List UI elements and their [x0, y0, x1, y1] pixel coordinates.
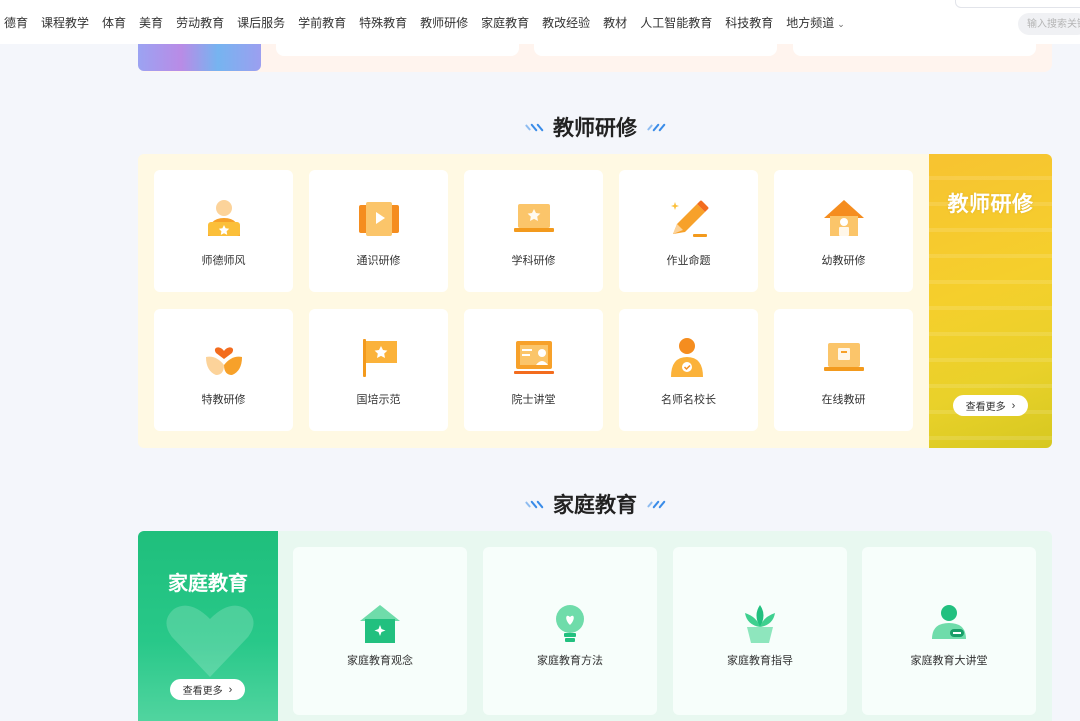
family-section-title-text: 家庭教育 [553, 494, 637, 517]
teacher-card-mingshimingxiaozhang[interactable]: 名师名校长 [619, 309, 758, 431]
family-card-label: 家庭教育观念 [347, 655, 413, 667]
teacher-section-title-text: 教师研修 [553, 117, 637, 140]
lightbulb-heart-icon [556, 605, 584, 642]
teacher-card-label: 学科研修 [511, 255, 556, 267]
hands-heart-icon [166, 605, 254, 677]
teacher-card-youjiaoyanxiu[interactable]: 幼教研修 [774, 170, 913, 292]
teacher-card-label: 作业命题 [666, 255, 711, 267]
teacher-card-tongshiyanxiu[interactable]: 通识研修 [309, 170, 448, 292]
previous-section-banner-image[interactable] [138, 40, 261, 71]
person-badge-icon [670, 338, 703, 377]
nav-item-kejijiaoyu[interactable]: 科技教育 [725, 14, 773, 31]
speaker-person-icon [932, 605, 966, 639]
flag-star-icon [362, 339, 397, 377]
teacher-more-label: 查看更多 [965, 402, 1006, 413]
nav-item-teshujiaoyu[interactable]: 特殊教育 [359, 14, 407, 31]
nav-items: 德育 课程教学 体育 美育 劳动教育 课后服务 学前教育 特殊教育 教师研修 家… [0, 14, 858, 31]
title-left-decoration [524, 499, 544, 509]
online-screen-icon [823, 343, 864, 371]
teacher-card-label: 在线教研 [821, 394, 866, 406]
nav-item-meiyu[interactable]: 美育 [139, 14, 163, 31]
teacher-banner-title: 教师研修 [947, 193, 1034, 216]
teacher-card-label: 通识研修 [356, 255, 401, 267]
video-film-icon [358, 202, 399, 236]
nav-item-rengongzhineng[interactable]: 人工智能教育 [640, 14, 712, 31]
family-card-guannian[interactable]: 家庭教育观念 [293, 547, 467, 715]
chevron-down-icon: ⌄ [837, 18, 845, 29]
teacher-card-zuoyemingti[interactable]: 作业命题 [619, 170, 758, 292]
chevron-right-icon: › [1011, 399, 1016, 412]
family-more-label: 查看更多 [182, 686, 223, 697]
family-card-label: 家庭教育指导 [727, 655, 793, 667]
lecture-board-icon [513, 341, 554, 374]
teacher-card-guopeishifan[interactable]: 国培示范 [309, 309, 448, 431]
pencil-icon [670, 200, 708, 237]
nav-item-jiatingjiaoyu[interactable]: 家庭教育 [481, 14, 529, 31]
heart-hands-icon [205, 347, 242, 375]
family-banner-title: 家庭教育 [168, 573, 248, 595]
family-banner[interactable]: 家庭教育 查看更多 › [138, 531, 278, 721]
nav-item-tiyu[interactable]: 体育 [102, 14, 126, 31]
teacher-card-label: 国培示范 [356, 394, 401, 406]
teacher-card-label: 特教研修 [201, 394, 246, 406]
nav-item-difangpindao-label: 地方频道 [786, 15, 835, 30]
teacher-card-label: 名师名校长 [661, 394, 716, 406]
family-card-zhidao[interactable]: 家庭教育指导 [673, 547, 847, 715]
laptop-star-icon [513, 204, 554, 232]
teacher-section-panel: 师德师风 通识研修 学科研修 作业命题 幼教研修 特教研修 国培示范 院士讲堂 … [138, 154, 1052, 448]
family-card-label: 家庭教育大讲堂 [910, 655, 988, 667]
nav-item-jiaoshiyanxiu[interactable]: 教师研修 [420, 14, 468, 31]
title-right-decoration [646, 122, 666, 132]
nav-item-xueqianjiaoyu[interactable]: 学前教育 [298, 14, 346, 31]
chevron-right-icon: › [228, 683, 233, 696]
teacher-more-button[interactable]: 查看更多 › [953, 395, 1028, 416]
title-left-decoration [524, 122, 544, 132]
teacher-card-yuanshijiangtang[interactable]: 院士讲堂 [464, 309, 603, 431]
nav-item-kehoufuwu[interactable]: 课后服务 [237, 14, 285, 31]
nav-item-deyu[interactable]: 德育 [4, 14, 28, 31]
nav-item-difangpindao[interactable]: 地方频道 ⌄ [786, 14, 845, 31]
title-right-decoration [646, 499, 666, 509]
nav-item-jiaogaijingyan[interactable]: 教改经验 [542, 14, 590, 31]
dropdown-panel-edge [955, 0, 1080, 8]
home-sparkle-icon [360, 605, 400, 643]
teacher-card-tejiaoyanxiu[interactable]: 特教研修 [154, 309, 293, 431]
teacher-card-label: 院士讲堂 [511, 394, 556, 406]
teacher-badge-icon [207, 200, 240, 236]
family-card-dajiangtang[interactable]: 家庭教育大讲堂 [862, 547, 1036, 715]
search-input[interactable] [1018, 13, 1080, 35]
family-section-title: 家庭教育 [0, 489, 1080, 519]
nav-item-kechengjiaoxue[interactable]: 课程教学 [41, 14, 89, 31]
teacher-card-shidefengfeng[interactable]: 师德师风 [154, 170, 293, 292]
teacher-card-label: 幼教研修 [821, 255, 866, 267]
teacher-banner[interactable]: 教师研修 查看更多 › [929, 154, 1052, 448]
teacher-section-title: 教师研修 [0, 112, 1080, 142]
plant-pot-icon [745, 605, 775, 643]
teacher-card-xuekeyanxiu[interactable]: 学科研修 [464, 170, 603, 292]
nav-item-laodongjiaoyu[interactable]: 劳动教育 [176, 14, 224, 31]
teacher-card-label: 师德师风 [201, 255, 246, 267]
family-card-fangfa[interactable]: 家庭教育方法 [483, 547, 657, 715]
teacher-card-zaixianjiaoyan[interactable]: 在线教研 [774, 309, 913, 431]
top-navigation: 德育 课程教学 体育 美育 劳动教育 课后服务 学前教育 特殊教育 教师研修 家… [0, 0, 1080, 44]
family-more-button[interactable]: 查看更多 › [170, 679, 245, 700]
kindergarten-house-icon [823, 200, 864, 236]
nav-item-jiaocai[interactable]: 教材 [603, 14, 627, 31]
family-card-label: 家庭教育方法 [537, 655, 603, 667]
